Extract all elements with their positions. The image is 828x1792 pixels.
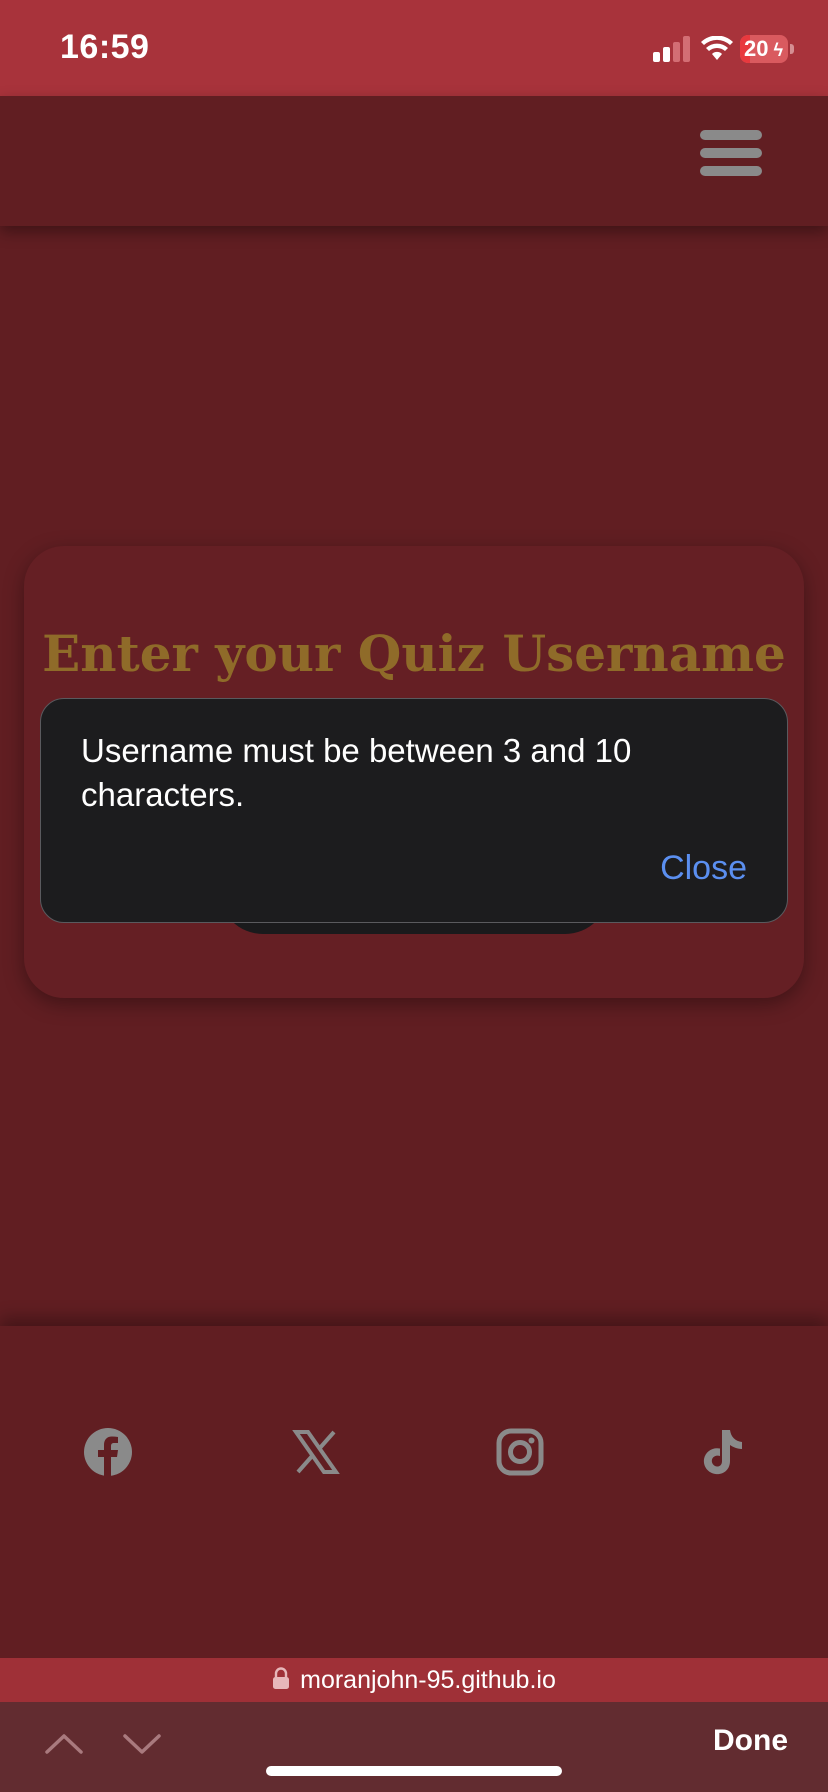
- footer: [0, 1326, 828, 1658]
- lock-icon: [273, 1667, 290, 1690]
- battery-level: 20: [744, 36, 769, 61]
- chevron-up-icon[interactable]: [44, 1728, 84, 1758]
- wifi-icon: [701, 36, 733, 60]
- close-button[interactable]: Close: [660, 849, 747, 888]
- status-time: 16:59: [60, 28, 150, 66]
- screen: 16:59 20 ϟ Enter your Quiz Username User…: [0, 0, 828, 1792]
- facebook-icon[interactable]: [80, 1424, 136, 1480]
- x-icon[interactable]: [288, 1424, 344, 1480]
- url-text: moranjohn-95.github.io: [300, 1666, 556, 1694]
- alert-message: Username must be between 3 and 10 charac…: [81, 732, 632, 813]
- home-indicator: [266, 1766, 562, 1776]
- status-bar: 16:59 20 ϟ: [0, 0, 828, 96]
- hamburger-menu-icon[interactable]: [700, 130, 764, 176]
- tiktok-icon[interactable]: [696, 1424, 752, 1480]
- page-title: Enter your Quiz Username: [42, 624, 786, 683]
- instagram-icon[interactable]: [492, 1424, 548, 1480]
- alert-dialog: Username must be between 3 and 10 charac…: [40, 698, 788, 923]
- signal-icon: [653, 36, 690, 62]
- browser-toolbar: Done: [0, 1702, 828, 1792]
- battery-charging-icon: 20 ϟ: [740, 35, 796, 63]
- url-bar[interactable]: moranjohn-95.github.io: [0, 1658, 828, 1702]
- chevron-down-icon[interactable]: [122, 1728, 162, 1758]
- nav-header: [0, 96, 828, 226]
- done-button[interactable]: Done: [713, 1724, 788, 1758]
